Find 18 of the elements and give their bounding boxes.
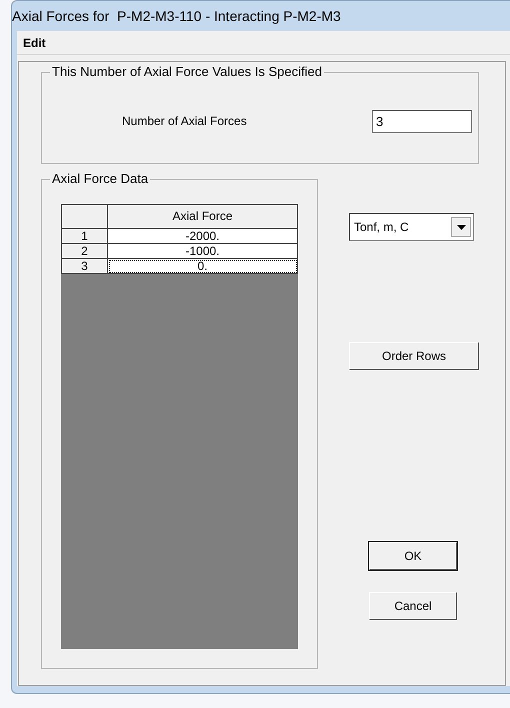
menu-item[interactable]: Edit <box>17 34 52 52</box>
row-header[interactable]: 1 <box>62 228 108 244</box>
dropdown-arrow-icon <box>456 224 466 230</box>
row-header[interactable]: 3 <box>62 258 108 274</box>
corner-cell <box>62 204 108 228</box>
group-title: This Number of Axial Force Values Is Specified <box>50 64 324 80</box>
units-dropdown[interactable]: Tonf, m, C <box>349 213 474 241</box>
table-cell[interactable]: -2000. <box>108 228 298 244</box>
ok-button[interactable]: OK <box>369 542 457 570</box>
order-rows-button[interactable]: Order Rows <box>349 342 479 370</box>
field-label: Number of Axial Forces <box>122 113 248 130</box>
cancel-button[interactable]: Cancel <box>369 592 457 620</box>
table-cell[interactable]: 0. <box>108 258 298 274</box>
column-header: Axial Force <box>108 204 298 228</box>
input-field[interactable]: 3 <box>372 110 472 132</box>
row-header[interactable]: 2 <box>62 244 108 258</box>
window-title: Axial Forces for P-M2-M3-110 - Interacting P-M2-M3 <box>12 7 342 26</box>
table-cell[interactable]: -1000. <box>108 244 298 258</box>
